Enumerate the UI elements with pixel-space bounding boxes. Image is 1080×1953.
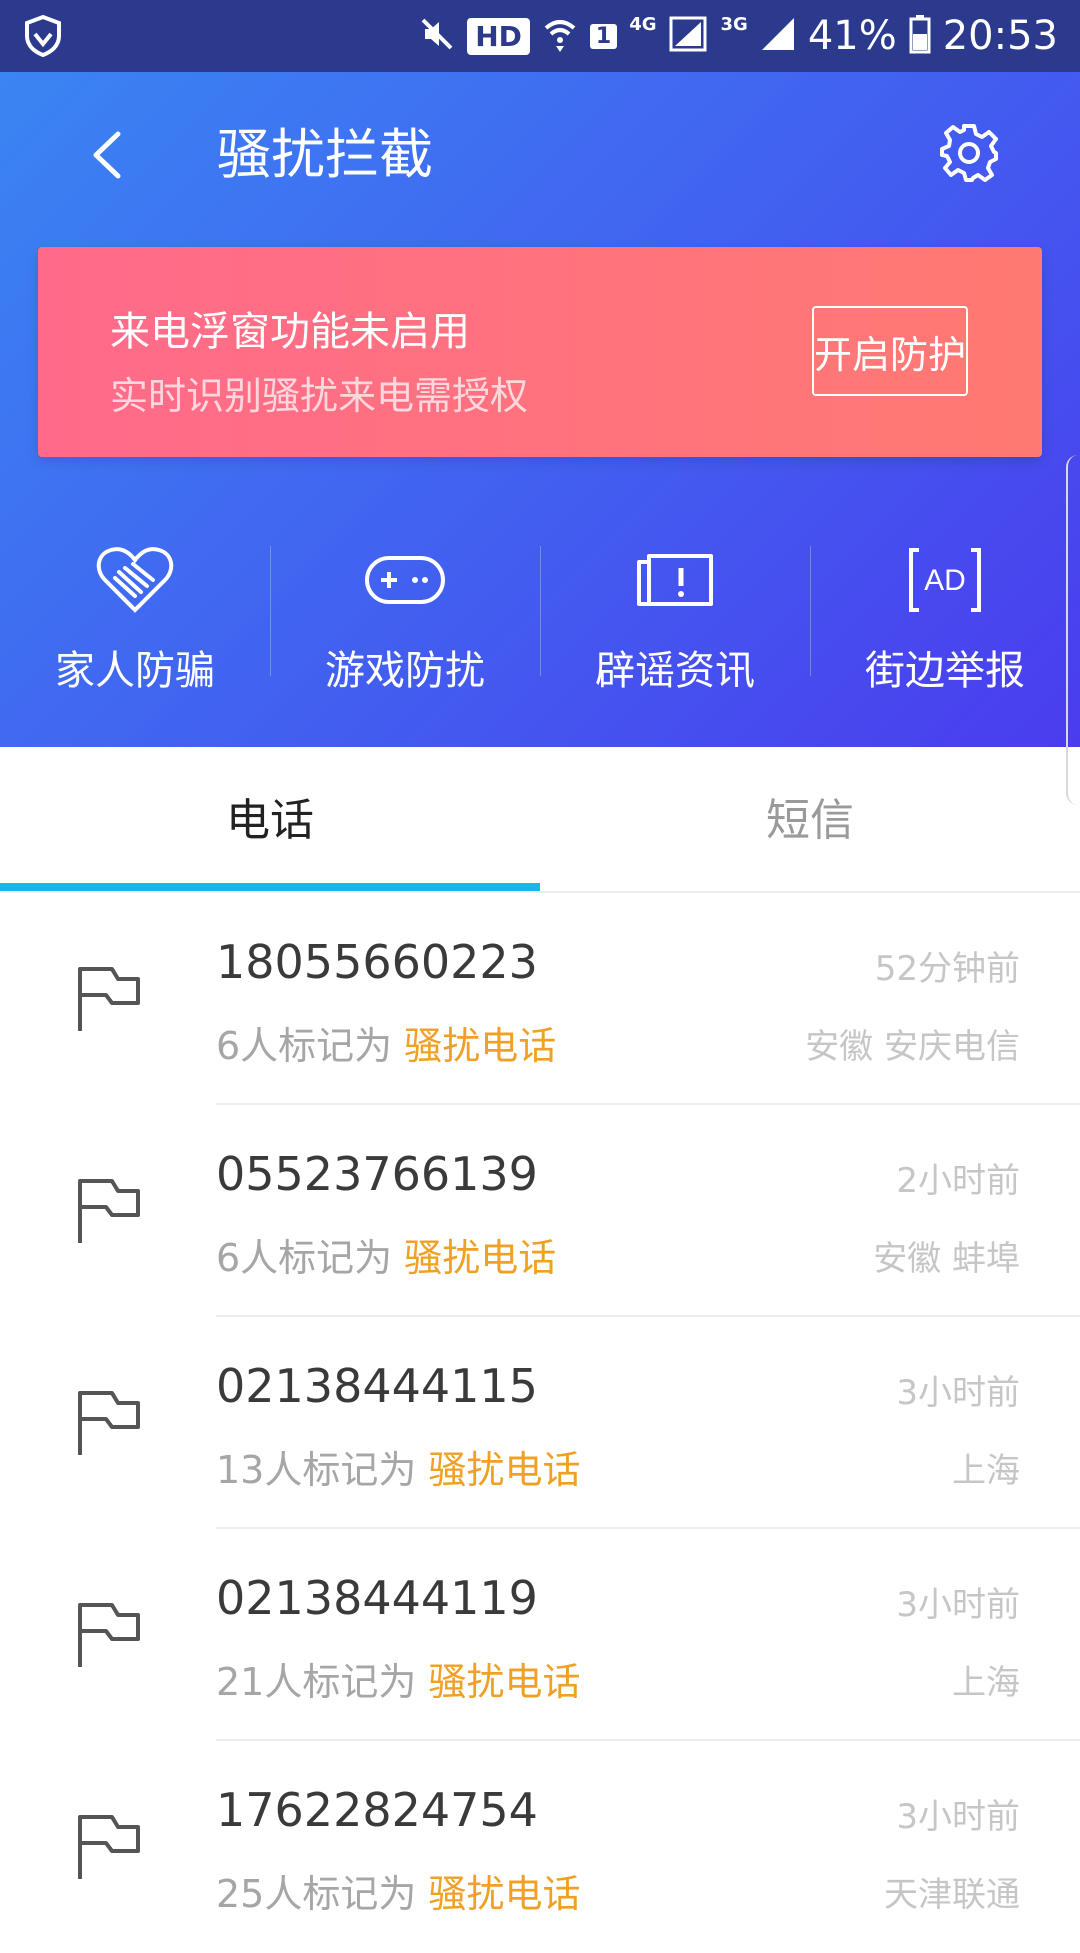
status-bar: HD 1 4G 3G 41% 20:53 (0, 0, 1080, 72)
quick-action-label: 街边举报 (865, 648, 1025, 694)
svg-text:AD: AD (924, 564, 966, 597)
mark-info: 25人标记为 骚扰电话 (216, 1863, 580, 1918)
call-row[interactable]: 02138444115 13人标记为 骚扰电话 3小时前 上海 (0, 1317, 1080, 1529)
quick-action-family[interactable]: 家人防骗 (0, 530, 270, 695)
shield-app-icon (22, 14, 64, 62)
mark-tag: 骚扰电话 (404, 1024, 557, 1068)
banner-title: 来电浮窗功能未启用 (110, 309, 470, 355)
tab-bar: 电话 短信 (0, 747, 1080, 893)
enable-protection-button[interactable]: 开启防护 (812, 306, 968, 396)
call-time: 3小时前 (896, 1585, 1020, 1625)
quick-action-rumor[interactable]: 辟谣资讯 (540, 530, 810, 695)
flag-icon (78, 1179, 140, 1243)
mark-tag: 骚扰电话 (428, 1872, 581, 1916)
flag-icon (78, 1603, 140, 1667)
mark-tag: 骚扰电话 (428, 1660, 581, 1704)
quick-action-report[interactable]: AD 街边举报 (810, 530, 1080, 695)
call-time: 2小时前 (896, 1161, 1020, 1201)
signal-icon (669, 14, 709, 58)
quick-action-label: 游戏防扰 (325, 648, 485, 694)
gamepad-icon (365, 556, 445, 604)
ad-icon: AD (909, 548, 981, 612)
phone-number: 02138444115 (216, 1359, 538, 1413)
mark-info: 21人标记为 骚扰电话 (216, 1651, 580, 1706)
quick-actions: 家人防骗 游戏防扰 辟谣资讯 AD 街边举报 (0, 530, 1080, 695)
mark-info: 13人标记为 骚扰电话 (216, 1439, 580, 1494)
signal-icon-2 (760, 16, 796, 56)
call-row[interactable]: 17622824754 25人标记为 骚扰电话 3小时前 天津联通 (0, 1741, 1080, 1953)
tab-indicator (0, 883, 540, 891)
heart-hand-icon (96, 547, 174, 613)
mark-info: 6人标记为 骚扰电话 (216, 1015, 556, 1070)
flag-icon (78, 1391, 140, 1455)
flag-icon (78, 1815, 140, 1879)
battery-icon (909, 14, 931, 58)
call-row[interactable]: 05523766139 6人标记为 骚扰电话 2小时前 安徽 蚌埠 (0, 1105, 1080, 1317)
call-location: 安徽 安庆电信 (805, 1027, 1020, 1067)
mark-count: 25人标记为 (216, 1872, 417, 1916)
tab-calls[interactable]: 电话 (0, 747, 540, 891)
call-location: 上海 (952, 1663, 1020, 1703)
banner-subtitle: 实时识别骚扰来电需授权 (110, 374, 529, 418)
edge-panel-handle[interactable] (1066, 455, 1080, 805)
call-location: 天津联通 (884, 1875, 1020, 1915)
quick-action-label: 辟谣资讯 (595, 648, 755, 694)
back-button[interactable] (86, 122, 136, 188)
page-title: 骚扰拦截 (217, 123, 433, 186)
phone-number: 17622824754 (216, 1783, 538, 1837)
quick-action-label: 家人防骗 (55, 648, 215, 694)
sim-badge: 1 (589, 23, 618, 49)
mute-icon (419, 16, 455, 56)
mark-count: 6人标记为 (216, 1024, 393, 1068)
mark-count: 13人标记为 (216, 1448, 417, 1492)
phone-number: 18055660223 (216, 935, 538, 989)
chevron-left-icon (93, 131, 121, 179)
call-row[interactable]: 18055660223 6人标记为 骚扰电话 52分钟前 安徽 安庆电信 (0, 893, 1080, 1105)
call-time: 52分钟前 (874, 949, 1020, 989)
call-row[interactable]: 02138444119 21人标记为 骚扰电话 3小时前 上海 (0, 1529, 1080, 1741)
call-time: 3小时前 (896, 1373, 1020, 1413)
gear-icon (940, 124, 998, 182)
permission-banner: 来电浮窗功能未启用 实时识别骚扰来电需授权 开启防护 (38, 247, 1042, 457)
quick-action-game[interactable]: 游戏防扰 (270, 530, 540, 695)
call-time: 3小时前 (896, 1797, 1020, 1837)
call-location: 安徽 蚌埠 (873, 1239, 1020, 1279)
network-4g-label: 4G (629, 14, 657, 35)
wifi-icon (542, 14, 578, 58)
phone-number: 05523766139 (216, 1147, 538, 1201)
call-location: 上海 (952, 1451, 1020, 1491)
notice-icon (637, 554, 713, 606)
battery-percent: 41% (807, 13, 897, 59)
hd-badge: HD (467, 17, 530, 55)
mark-tag: 骚扰电话 (428, 1448, 581, 1492)
mark-count: 6人标记为 (216, 1236, 393, 1280)
clock: 20:53 (942, 13, 1058, 59)
mark-info: 6人标记为 骚扰电话 (216, 1227, 556, 1282)
network-3g-label: 3G (720, 14, 748, 35)
mark-tag: 骚扰电话 (404, 1236, 557, 1280)
phone-number: 02138444119 (216, 1571, 538, 1625)
blocked-call-list: 18055660223 6人标记为 骚扰电话 52分钟前 安徽 安庆电信 055… (0, 893, 1080, 1953)
mark-count: 21人标记为 (216, 1660, 417, 1704)
settings-button[interactable] (938, 122, 1000, 184)
tab-sms[interactable]: 短信 (540, 747, 1080, 891)
flag-icon (78, 967, 140, 1031)
